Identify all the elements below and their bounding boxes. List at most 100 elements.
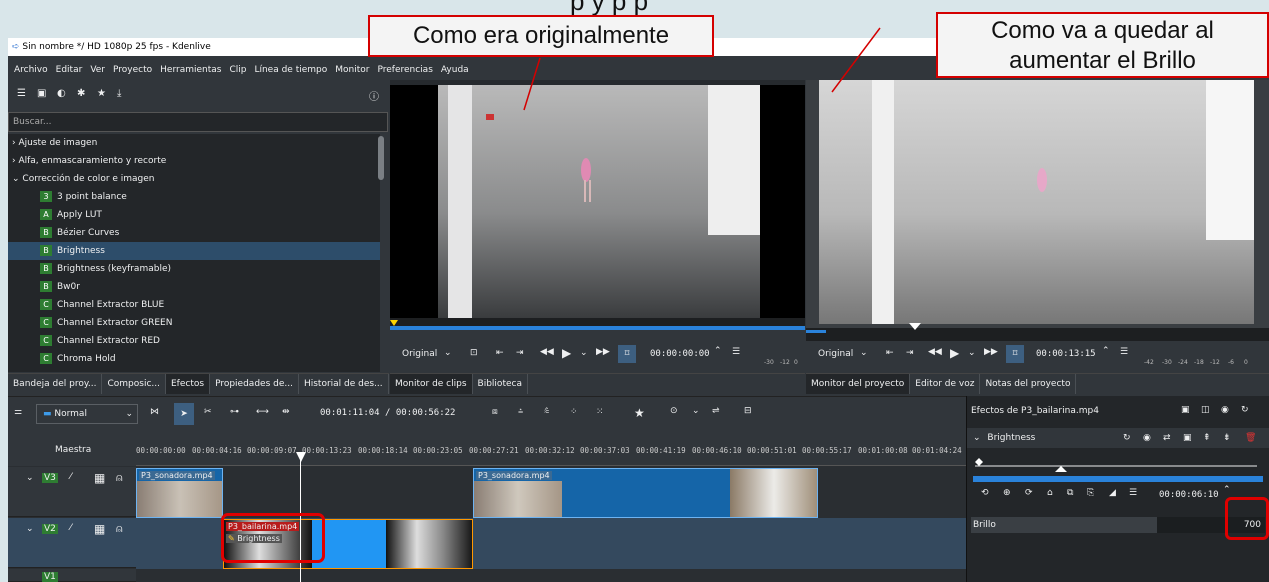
clip-v3-sonadora-2[interactable]: P3_sonadora.mp4 xyxy=(473,468,818,518)
tab-monitor-clips[interactable]: Monitor de clips xyxy=(390,374,473,394)
mixer-icon[interactable]: ⇌ xyxy=(712,406,720,416)
set-in-icon[interactable]: ⇤ xyxy=(496,348,504,358)
star-icon[interactable]: ★ xyxy=(634,406,645,420)
chevron-down-icon[interactable]: ⌄ xyxy=(26,524,34,534)
rewind-icon[interactable]: ◀◀ xyxy=(540,347,554,357)
compare-icon[interactable]: ⇄ xyxy=(1163,428,1171,448)
effect-wand-icon[interactable]: ⁄ xyxy=(70,523,72,533)
play-icon[interactable]: ▶ xyxy=(950,346,959,360)
chevron-down-icon[interactable]: ⌄ xyxy=(860,348,868,358)
project-timecode[interactable]: 00:00:13:15 xyxy=(1036,349,1096,359)
film-icon[interactable]: ▦ xyxy=(94,471,105,485)
overwrite-icon[interactable]: ⩮ xyxy=(518,407,523,417)
clip-v3-sonadora-1[interactable]: P3_sonadora.mp4 xyxy=(136,468,223,518)
chevron-down-icon[interactable]: ⌄ xyxy=(692,406,700,416)
effect-item[interactable]: C Channel Extractor BLUE xyxy=(8,296,380,314)
curve-icon[interactable]: ◢ xyxy=(1109,488,1116,498)
effect-item[interactable]: B Bw0r xyxy=(8,278,380,296)
track-name-v3[interactable]: V3 xyxy=(42,473,58,483)
track-settings-icon[interactable]: ⚌ xyxy=(14,407,22,417)
spin-icon[interactable]: ⌃ xyxy=(1223,485,1231,495)
effect-item-selected[interactable]: B Brightness xyxy=(8,242,380,260)
eye-icon[interactable]: ◉ xyxy=(1143,428,1151,448)
effect-item[interactable]: B Brightness (keyframable) xyxy=(8,260,380,278)
save-icon[interactable]: ▣ xyxy=(1183,428,1192,448)
category-alfa[interactable]: › Alfa, enmascaramiento y recorte xyxy=(8,152,380,170)
menu-icon[interactable]: ☰ xyxy=(732,347,740,357)
forward-icon[interactable]: ▶▶ xyxy=(984,347,998,357)
tab-monitor-proyecto[interactable]: Monitor del proyecto xyxy=(806,374,911,394)
tab-bandeja[interactable]: Bandeja del proy... xyxy=(8,374,103,394)
reset-icon[interactable]: ↻ xyxy=(1123,428,1131,448)
ripple-icon[interactable]: ⇹ xyxy=(282,407,290,417)
set-out-icon[interactable]: ⇥ xyxy=(516,348,524,358)
clip-mode-select[interactable]: Original xyxy=(402,349,437,359)
tab-propiedades[interactable]: Propiedades de... xyxy=(210,374,299,394)
spacer-icon[interactable]: ⊶ xyxy=(230,407,239,417)
tab-biblioteca[interactable]: Biblioteca xyxy=(473,374,528,394)
track-name-v2[interactable]: V2 xyxy=(42,524,58,534)
subtitle-icon[interactable]: ⊟ xyxy=(744,406,752,416)
timeline-ruler[interactable]: 00:00:00:00 00:00:04:16 00:00:09:07 00:0… xyxy=(136,432,966,466)
effect-item[interactable]: B Bézier Curves xyxy=(8,224,380,242)
split-icon[interactable]: ◫ xyxy=(1201,405,1210,415)
rewind-icon[interactable]: ◀◀ xyxy=(928,347,942,357)
lift-icon[interactable]: ⩯ xyxy=(544,407,549,417)
crop-icon[interactable]: ⊡ xyxy=(470,348,478,358)
chevron-down-icon[interactable]: ⌄ xyxy=(580,348,588,358)
forward-icon[interactable]: ▶▶ xyxy=(596,347,610,357)
magnet-icon[interactable]: ⋈ xyxy=(150,407,159,417)
clip-timecode[interactable]: 00:00:00:00 xyxy=(650,349,710,359)
paste-icon[interactable]: ⎘ xyxy=(1087,488,1094,498)
reset-icon[interactable]: ↻ xyxy=(1241,405,1249,415)
effect-item[interactable]: A Apply LUT xyxy=(8,206,380,224)
effect-item[interactable]: 33 point balance xyxy=(8,188,380,206)
tab-editor-voz[interactable]: Editor de voz xyxy=(910,374,981,394)
spin-icon[interactable]: ⌃ xyxy=(1102,346,1110,356)
timeline-timecode[interactable]: 00:01:11:04 / 00:00:56:22 xyxy=(320,408,455,418)
project-mode-select[interactable]: Original xyxy=(818,349,853,359)
razor-icon[interactable]: ✂ xyxy=(204,407,212,417)
tab-composicion[interactable]: Composic... xyxy=(102,374,166,394)
play-icon[interactable]: ▶ xyxy=(562,346,571,360)
select-tool-icon[interactable]: ➤ xyxy=(174,403,194,425)
slip-icon[interactable]: ⟷ xyxy=(256,407,269,417)
effect-timecode[interactable]: 00:00:06:10 xyxy=(1159,490,1219,500)
effect-item[interactable]: C Chroma Hold xyxy=(8,350,380,368)
prev-keyframe-icon[interactable]: ⟲ xyxy=(981,488,989,498)
down-icon[interactable]: ⇟ xyxy=(1223,428,1231,448)
eye-icon[interactable]: ◉ xyxy=(1221,405,1229,415)
chevron-down-icon[interactable]: ⌄ xyxy=(968,348,976,358)
effect-item[interactable]: C Channel Extractor GREEN xyxy=(8,314,380,332)
lock-icon[interactable]: ⍝ xyxy=(116,471,123,485)
lock-icon[interactable]: ⍝ xyxy=(116,522,123,536)
effects-scrollbar[interactable] xyxy=(378,136,384,180)
track-name-v1[interactable]: V1 xyxy=(42,572,58,582)
chevron-down-icon[interactable]: ⌄ xyxy=(26,473,34,483)
edit-mode-select[interactable]: ▬ Normal ⌄ xyxy=(36,404,138,424)
tab-notas[interactable]: Notas del proyecto xyxy=(980,374,1077,394)
set-in-icon[interactable]: ⇤ xyxy=(886,348,894,358)
spin-icon[interactable]: ⌃ xyxy=(714,346,722,356)
menu-icon[interactable]: ☰ xyxy=(1120,347,1128,357)
category-color[interactable]: ⌄ Corrección de color e imagen xyxy=(8,170,380,188)
save-stack-icon[interactable]: ▣ xyxy=(1181,405,1190,415)
set-out-icon[interactable]: ⇥ xyxy=(906,348,914,358)
next-keyframe-icon[interactable]: ⟳ xyxy=(1025,488,1033,498)
effect-wand-icon[interactable]: ⁄ xyxy=(70,472,72,482)
delete-icon[interactable]: 🗑 xyxy=(1245,428,1256,448)
brillo-slider[interactable]: Brillo 700 xyxy=(971,517,1265,533)
menu-icon[interactable]: ☰ xyxy=(1129,488,1137,498)
insert-icon[interactable]: ⧈ xyxy=(492,407,498,417)
zone-icon[interactable]: ⌑ xyxy=(618,345,636,363)
up-icon[interactable]: ⇞ xyxy=(1203,428,1211,448)
keyframe-type-icon[interactable]: ⌂ xyxy=(1047,488,1053,498)
effect-header[interactable]: ⌄ Brightness ↻ ◉ ⇄ ▣ ⇞ ⇟ 🗑 xyxy=(967,428,1269,448)
effect-item[interactable]: C Channel Extractor RED xyxy=(8,332,380,350)
tab-historial[interactable]: Historial de des... xyxy=(299,374,389,394)
record-icon[interactable]: ⊙ xyxy=(670,406,678,416)
keyframe-ruler[interactable] xyxy=(975,452,1261,478)
category-ajuste[interactable]: › Ajuste de imagen xyxy=(8,134,380,152)
tab-efectos[interactable]: Efectos xyxy=(165,374,211,394)
copy-icon[interactable]: ⧉ xyxy=(1067,488,1073,498)
